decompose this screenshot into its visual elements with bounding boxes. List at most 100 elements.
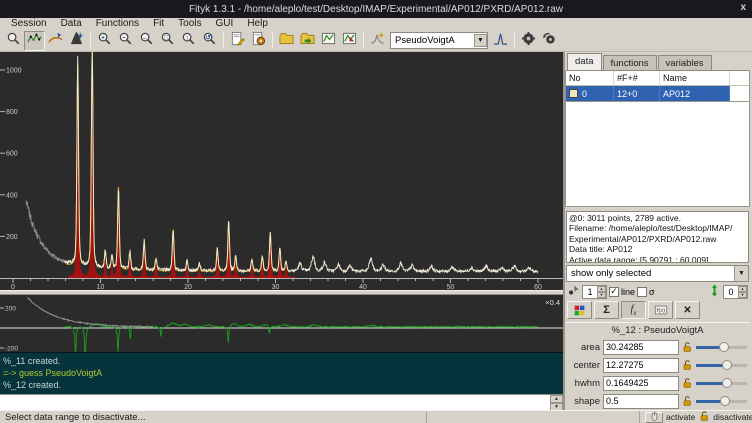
zoom-horizontal-icon: ↺ xyxy=(202,31,217,51)
param-slider-center[interactable] xyxy=(696,359,747,371)
svg-text:□: □ xyxy=(164,34,168,41)
sidebar-tool-buttons: Σfx f(x) ✕ xyxy=(565,300,750,320)
dataset-row[interactable]: 012+0AP012 xyxy=(566,86,749,101)
open-session-button[interactable] xyxy=(297,31,318,51)
zoom-horizontal-button[interactable]: ↺ xyxy=(199,31,220,51)
menu-functions[interactable]: Functions xyxy=(89,18,146,30)
spin-down-icon[interactable]: ▼ xyxy=(597,292,606,298)
point-size-spinner[interactable]: 1 ▲▼ xyxy=(582,285,607,299)
run-fit-icon xyxy=(521,31,536,51)
zoom-out-button[interactable]: − xyxy=(115,31,136,51)
slider-thumb[interactable] xyxy=(722,378,732,388)
window-title: Fityk 1.3.1 - /home/aleplo/test/Desktop/… xyxy=(189,4,563,15)
tab-variables[interactable]: variables xyxy=(658,55,712,70)
point-size-value: 1 xyxy=(583,287,597,297)
toolbar-separator xyxy=(272,32,273,49)
save-session-button[interactable] xyxy=(339,31,360,51)
baseline-mode-button[interactable] xyxy=(45,31,66,51)
line-checkbox-label: line xyxy=(621,287,635,297)
column-name: Name xyxy=(660,71,730,85)
slider-thumb[interactable] xyxy=(720,396,730,406)
menu-gui[interactable]: GUI xyxy=(209,18,241,30)
menu-session[interactable]: Session xyxy=(4,18,54,30)
filter-dropdown[interactable]: show only selected ▼ xyxy=(566,265,749,282)
history-up-icon[interactable]: ▲ xyxy=(550,395,563,403)
dataset-list-area[interactable] xyxy=(565,102,750,207)
add-peak-button[interactable] xyxy=(490,31,511,51)
line-checkbox[interactable]: ✓ xyxy=(609,287,619,297)
functions-button[interactable]: fx xyxy=(621,301,646,319)
param-slider-hwhm[interactable] xyxy=(696,377,747,389)
spin-down-icon[interactable]: ▼ xyxy=(738,292,747,298)
param-input-shape[interactable] xyxy=(603,394,679,409)
mouse-hint-button[interactable] xyxy=(645,412,663,423)
undo-fit-button[interactable] xyxy=(539,31,560,51)
lock-open-icon[interactable] xyxy=(680,340,694,354)
tab-data[interactable]: data xyxy=(567,53,602,70)
sigma-checkbox[interactable] xyxy=(637,287,647,297)
zoom-all-button[interactable]: □ xyxy=(157,31,178,51)
data-info-line: Data title: AP012 xyxy=(569,244,746,254)
sum-button[interactable]: Σ xyxy=(594,301,619,319)
export-image-button[interactable] xyxy=(318,31,339,51)
auto-add-button[interactable] xyxy=(367,31,388,51)
command-input[interactable] xyxy=(0,395,550,410)
data-range-mode-icon xyxy=(27,31,42,51)
param-slider-area[interactable] xyxy=(696,341,747,353)
main-plot[interactable]: 01020304050602004006008001000 xyxy=(0,52,563,290)
param-label-hwhm: hwhm xyxy=(567,378,600,389)
lock-open-icon[interactable] xyxy=(680,394,694,408)
run-fit-button[interactable] xyxy=(518,31,539,51)
tab-functions[interactable]: functions xyxy=(603,55,657,70)
formula-button[interactable]: f(x) xyxy=(648,301,673,319)
chevron-down-icon[interactable]: ▼ xyxy=(734,266,748,281)
open-session-icon xyxy=(300,31,315,51)
svg-text:↕: ↕ xyxy=(185,34,188,41)
zoom-in-button[interactable]: + xyxy=(94,31,115,51)
edit-script-button[interactable] xyxy=(227,31,248,51)
lock-open-icon[interactable] xyxy=(680,358,694,372)
main-area: 01020304050602004006008001000 200-200×0.… xyxy=(0,52,752,410)
slider-thumb[interactable] xyxy=(719,342,729,352)
residual-plot[interactable]: 200-200×0.4 xyxy=(0,295,563,352)
sidebar: data functions variables No #F+# Name 01… xyxy=(565,52,750,410)
log-line: =-> guess PseudoVoigtA xyxy=(3,367,560,379)
svg-text:f(x): f(x) xyxy=(656,308,664,314)
dataset-no-cell: 0 xyxy=(566,86,614,101)
chevron-down-icon[interactable]: ▼ xyxy=(474,34,487,47)
data-range-mode-button[interactable] xyxy=(24,31,45,51)
mouse-hint: activate disactivate xyxy=(640,411,752,423)
toolbar-separator xyxy=(90,32,91,49)
menu-tools[interactable]: Tools xyxy=(171,18,208,30)
delete-button[interactable]: ✕ xyxy=(675,301,700,319)
zoom-previous-button[interactable]: ← xyxy=(136,31,157,51)
zoom-out-icon: − xyxy=(118,31,133,51)
param-row-center: center xyxy=(565,356,750,374)
add-peak-mode-button[interactable] xyxy=(66,31,87,51)
menu-help[interactable]: Help xyxy=(240,18,275,30)
menu-fit[interactable]: Fit xyxy=(146,18,171,30)
lock-open-icon[interactable] xyxy=(680,376,694,390)
zoom-vertical-button[interactable]: ↕ xyxy=(178,31,199,51)
function-type-select[interactable]: PseudoVoigtA▼ xyxy=(390,32,488,49)
execute-script-button[interactable] xyxy=(248,31,269,51)
close-icon[interactable]: x xyxy=(740,2,746,13)
data-shift-spinner[interactable]: 0 ▲▼ xyxy=(723,285,748,299)
data-color-swatch[interactable] xyxy=(569,89,578,98)
param-input-area[interactable] xyxy=(603,340,679,355)
menu-data[interactable]: Data xyxy=(54,18,89,30)
svg-text:400: 400 xyxy=(6,192,18,199)
param-slider-shape[interactable] xyxy=(696,395,747,407)
zoom-mode-button[interactable] xyxy=(3,31,24,51)
filter-dropdown-value: show only selected xyxy=(571,268,651,279)
dataset-functions-cell: 12+0 xyxy=(614,86,660,101)
palette-button[interactable] xyxy=(567,301,592,319)
param-input-center[interactable] xyxy=(603,358,679,373)
open-data-button[interactable] xyxy=(276,31,297,51)
param-row-area: area xyxy=(565,338,750,356)
status-message: Select data range to disactivate... xyxy=(0,411,427,423)
slider-thumb[interactable] xyxy=(722,360,732,370)
param-label-area: area xyxy=(567,342,600,353)
param-input-hwhm[interactable] xyxy=(603,376,679,391)
svg-text:200: 200 xyxy=(5,306,16,313)
